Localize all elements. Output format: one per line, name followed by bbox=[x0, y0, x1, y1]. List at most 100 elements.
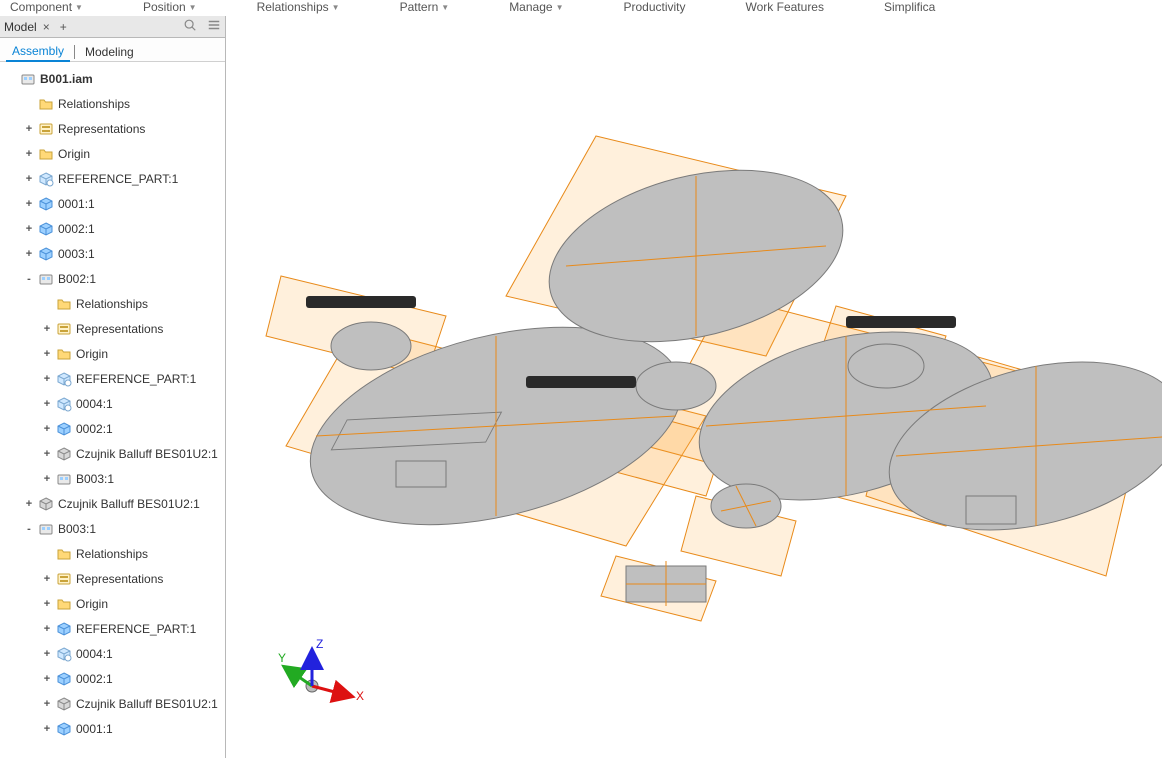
tree-node[interactable]: +Representations bbox=[2, 316, 225, 341]
expand-toggle[interactable]: + bbox=[42, 623, 52, 635]
tree-node-label: REFERENCE_PART:1 bbox=[76, 622, 196, 636]
ribbon-position[interactable]: Position▼ bbox=[143, 0, 197, 14]
tab-assembly[interactable]: Assembly bbox=[6, 42, 70, 62]
tree-node[interactable]: +0001:1 bbox=[2, 716, 225, 741]
ribbon-pattern[interactable]: Pattern▼ bbox=[400, 0, 450, 14]
tree-node[interactable]: +Czujnik Balluff BES01U2:1 bbox=[2, 491, 225, 516]
tree-node[interactable]: +B001.iam bbox=[2, 66, 225, 91]
tree-node[interactable]: +B003:1 bbox=[2, 466, 225, 491]
expand-toggle[interactable]: + bbox=[24, 498, 34, 510]
tree-node[interactable]: +Representations bbox=[2, 566, 225, 591]
ribbon-menu: Component▼ Position▼ Relationships▼ Patt… bbox=[0, 0, 1162, 16]
expand-toggle[interactable]: + bbox=[42, 673, 52, 685]
partg-icon bbox=[56, 371, 72, 387]
view-triad[interactable]: X Y Z bbox=[276, 638, 366, 718]
tree-node[interactable]: +Origin bbox=[2, 591, 225, 616]
expand-toggle[interactable]: + bbox=[42, 723, 52, 735]
tree-node[interactable]: +0002:1 bbox=[2, 666, 225, 691]
tree-node-label: Origin bbox=[76, 347, 108, 361]
tree-node[interactable]: +0004:1 bbox=[2, 641, 225, 666]
expand-toggle[interactable]: + bbox=[42, 373, 52, 385]
add-tab-button[interactable]: + bbox=[56, 20, 71, 34]
tree-node[interactable]: + Origin bbox=[2, 341, 225, 366]
tree-node[interactable]: -B002:1 bbox=[2, 266, 225, 291]
expand-toggle[interactable]: + bbox=[24, 148, 34, 160]
tree-node[interactable]: +Czujnik Balluff BES01U2:1 bbox=[2, 691, 225, 716]
expand-toggle[interactable]: + bbox=[42, 448, 52, 460]
expand-toggle[interactable]: + bbox=[24, 248, 34, 260]
tree-node[interactable]: +Relationships bbox=[2, 291, 225, 316]
asm-icon bbox=[38, 521, 54, 537]
tree-node[interactable]: +0001:1 bbox=[2, 191, 225, 216]
tree-node-label: 0004:1 bbox=[76, 397, 113, 411]
tree-node[interactable]: + REFERENCE_PART:1 bbox=[2, 616, 225, 641]
tree-node-label: Origin bbox=[58, 147, 90, 161]
ribbon-manage[interactable]: Manage▼ bbox=[509, 0, 563, 14]
axis-z-label: Z bbox=[316, 638, 323, 651]
model-tree[interactable]: +B001.iam+Relationships+Representations+… bbox=[0, 62, 225, 758]
expand-toggle[interactable]: + bbox=[42, 398, 52, 410]
tree-node-label: 0004:1 bbox=[76, 647, 113, 661]
tree-node[interactable]: +REFERENCE_PART:1 bbox=[2, 366, 225, 391]
expand-toggle[interactable]: + bbox=[42, 573, 52, 585]
tree-node[interactable]: +0002:1 bbox=[2, 216, 225, 241]
expand-toggle[interactable]: + bbox=[24, 123, 34, 135]
tree-node[interactable]: +Relationships bbox=[2, 541, 225, 566]
ribbon-component[interactable]: Component▼ bbox=[10, 0, 83, 14]
ribbon-relationships[interactable]: Relationships▼ bbox=[257, 0, 340, 14]
tree-node[interactable]: +0002:1 bbox=[2, 416, 225, 441]
chevron-down-icon: ▼ bbox=[332, 3, 340, 12]
tree-node-label: Czujnik Balluff BES01U2:1 bbox=[76, 447, 218, 461]
part-icon bbox=[38, 196, 54, 212]
expand-toggle[interactable]: + bbox=[42, 598, 52, 610]
hamburger-icon[interactable] bbox=[207, 18, 221, 35]
expand-toggle[interactable]: - bbox=[24, 523, 34, 535]
tree-node[interactable]: -B003:1 bbox=[2, 516, 225, 541]
rep-icon bbox=[56, 321, 72, 337]
asm-icon bbox=[20, 71, 36, 87]
expand-toggle[interactable]: + bbox=[24, 173, 34, 185]
tab-modeling[interactable]: Modeling bbox=[79, 43, 140, 61]
folder-icon bbox=[56, 346, 72, 362]
ribbon-productivity[interactable]: Productivity bbox=[623, 0, 685, 14]
expand-toggle[interactable]: - bbox=[24, 273, 34, 285]
axis-y-label: Y bbox=[278, 651, 286, 665]
tree-node-label: REFERENCE_PART:1 bbox=[58, 172, 178, 186]
close-icon[interactable]: × bbox=[41, 20, 52, 34]
expand-toggle[interactable]: + bbox=[42, 323, 52, 335]
part-icon bbox=[56, 621, 72, 637]
expand-toggle[interactable]: + bbox=[42, 473, 52, 485]
search-icon[interactable] bbox=[183, 18, 197, 35]
tree-node[interactable]: + Czujnik Balluff BES01U2:1 bbox=[2, 441, 225, 466]
asm-icon bbox=[56, 471, 72, 487]
folder-icon bbox=[56, 546, 72, 562]
tree-node[interactable]: +Representations bbox=[2, 116, 225, 141]
3d-scene[interactable] bbox=[226, 16, 1162, 758]
expand-toggle[interactable]: + bbox=[42, 648, 52, 660]
tree-node[interactable]: + Origin bbox=[2, 141, 225, 166]
tree-node-label: 0002:1 bbox=[76, 422, 113, 436]
3d-viewport[interactable]: X Y Z bbox=[226, 16, 1162, 758]
folder-icon bbox=[38, 146, 54, 162]
expand-toggle[interactable]: + bbox=[42, 348, 52, 360]
tree-node[interactable]: +Relationships bbox=[2, 91, 225, 116]
tree-node-label: 0002:1 bbox=[58, 222, 95, 236]
tree-node[interactable]: +0004:1 bbox=[2, 391, 225, 416]
folder-icon bbox=[38, 96, 54, 112]
comp-icon bbox=[38, 496, 54, 512]
expand-toggle[interactable]: + bbox=[24, 198, 34, 210]
expand-toggle[interactable]: + bbox=[24, 223, 34, 235]
expand-toggle[interactable]: + bbox=[42, 698, 52, 710]
chevron-down-icon: ▼ bbox=[556, 3, 564, 12]
rep-icon bbox=[38, 121, 54, 137]
expand-toggle[interactable]: + bbox=[42, 423, 52, 435]
ribbon-simplification[interactable]: Simplifica bbox=[884, 0, 935, 14]
tree-node[interactable]: +0003:1 bbox=[2, 241, 225, 266]
part-icon bbox=[38, 221, 54, 237]
tree-node[interactable]: + REFERENCE_PART:1 bbox=[2, 166, 225, 191]
ribbon-workfeatures[interactable]: Work Features bbox=[746, 0, 824, 14]
tree-node-label: 0001:1 bbox=[58, 197, 95, 211]
panel-tab-bar: Model × + bbox=[0, 16, 225, 38]
tree-node-label: Relationships bbox=[58, 97, 130, 111]
partg-icon bbox=[38, 171, 54, 187]
